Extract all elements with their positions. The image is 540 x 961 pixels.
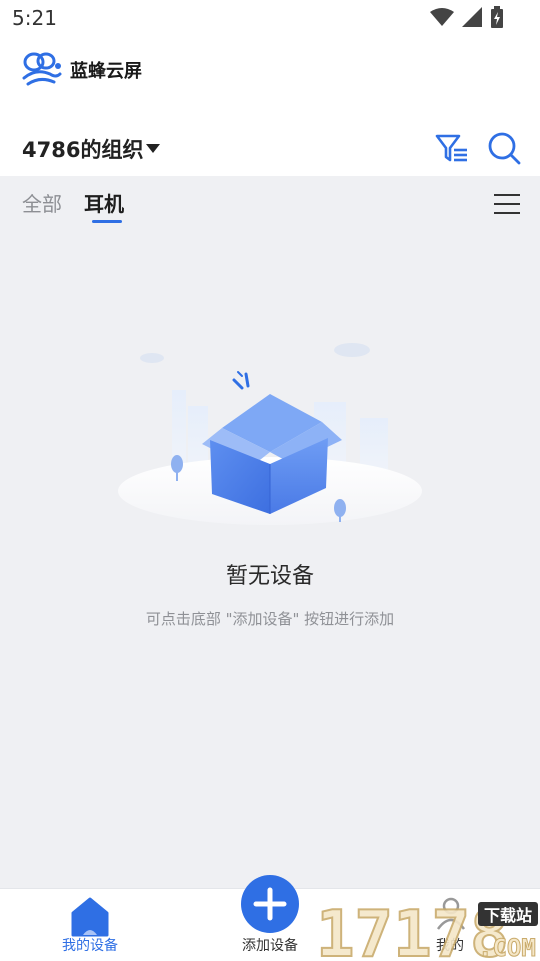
- tab-earphone[interactable]: 耳机: [84, 188, 124, 217]
- watermark-suffix: .COM: [478, 934, 536, 960]
- status-icons: [430, 6, 504, 28]
- bee-logo: [22, 52, 62, 86]
- wifi-icon: [430, 8, 454, 26]
- brand-header: 蓝蜂云屏: [20, 52, 142, 88]
- search-icon[interactable]: [486, 130, 522, 166]
- signal-icon: [462, 7, 482, 27]
- nav-my-devices[interactable]: 我的设备: [20, 889, 160, 961]
- tab-bar: 全部 耳机: [0, 176, 540, 228]
- brand-name: 蓝蜂云屏: [70, 61, 142, 82]
- plus-icon: [253, 887, 287, 921]
- battery-icon: [491, 6, 503, 28]
- tab-all[interactable]: 全部: [22, 188, 62, 217]
- watermark-badge: 下载站: [484, 906, 532, 925]
- empty-box-illustration: [118, 343, 422, 525]
- empty-state-hint: 可点击底部 "添加设备" 按钮进行添加: [145, 610, 395, 628]
- watermark-logo: 17178 下载站 .COM: [316, 897, 538, 960]
- filter-icon[interactable]: [434, 130, 470, 166]
- caret-down-icon[interactable]: [146, 144, 160, 154]
- home-icon: [71, 897, 109, 937]
- menu-icon[interactable]: [494, 194, 520, 216]
- add-device-button[interactable]: [241, 875, 299, 933]
- status-time: 5:21: [12, 6, 57, 30]
- main-content: 全部 耳机 暂无设备 可点击底部 "添加设备" 按钮进行添加: [0, 176, 540, 888]
- empty-state-title: 暂无设备: [225, 564, 314, 589]
- org-selector[interactable]: 4786的组织: [22, 134, 143, 164]
- nav-my-devices-label: 我的设备: [62, 938, 118, 954]
- tab-active-indicator: [92, 220, 122, 223]
- status-bar: 5:21: [0, 0, 540, 36]
- org-row: 4786的组织: [0, 126, 540, 174]
